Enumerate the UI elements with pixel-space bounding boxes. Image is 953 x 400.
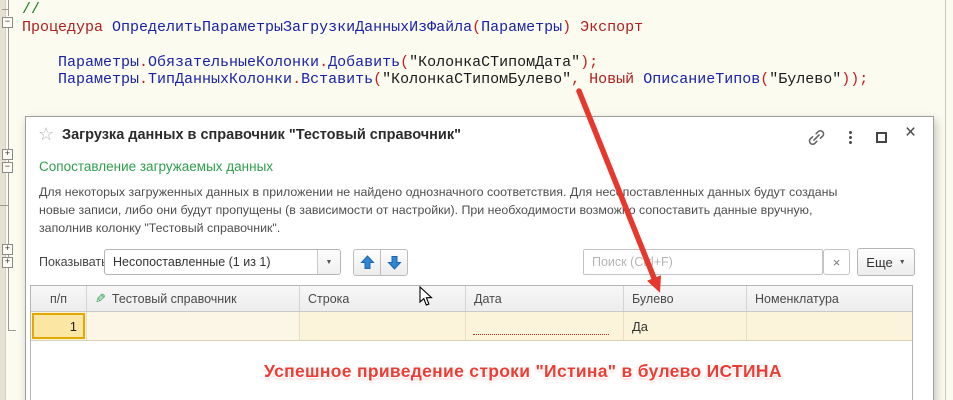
filter-value: Несопоставленные (1 из 1) (105, 255, 317, 269)
editor-gutter (0, 0, 6, 400)
section-title: Сопоставление загружаемых данных (39, 159, 273, 174)
pencil-icon: ✎ (95, 291, 106, 307)
column-header-nomenclature[interactable]: Номенклатура (747, 286, 912, 311)
load-data-dialog: ☆ Загрузка данных в справочник "Тестовый… (25, 116, 934, 400)
fold-expand-icon[interactable]: + (2, 257, 13, 268)
description-line: заполнив колонку "Тестовый справочник". (39, 219, 837, 237)
move-down-button[interactable] (380, 249, 408, 276)
chevron-down-icon: ▼ (899, 259, 906, 266)
code-line: Параметры.ТипДанныхКолонки.Вставить("Кол… (22, 71, 868, 89)
code-block[interactable]: //Процедура ОпределитьПараметрыЗагрузкиД… (22, 1, 868, 89)
screen: − + − + + //Процедура ОпределитьПараметр… (0, 0, 953, 400)
link-icon[interactable] (808, 129, 825, 151)
fold-expand-icon[interactable]: + (2, 149, 13, 160)
arrow-down-icon (387, 255, 402, 270)
cell-nomenclature[interactable] (747, 312, 912, 340)
chevron-down-icon[interactable]: ▼ (317, 250, 340, 274)
mapping-table: п/п ✎ Тестовый справочник Строка Дата Бу… (30, 285, 913, 400)
column-header-string[interactable]: Строка (300, 286, 466, 311)
more-button-label: Еще (866, 255, 892, 270)
column-header-boolean[interactable]: Булево (624, 286, 747, 311)
cell-date[interactable] (466, 312, 624, 340)
code-line: Процедура ОпределитьПараметрыЗагрузкиДан… (22, 19, 868, 37)
table-header: п/п ✎ Тестовый справочник Строка Дата Бу… (31, 286, 912, 312)
column-header-label: Тестовый справочник (112, 292, 237, 306)
fold-tick (0, 205, 8, 206)
arrow-up-icon (360, 255, 375, 270)
fold-collapse-icon[interactable]: − (2, 17, 13, 28)
show-filter-label: Показывать: (39, 249, 111, 275)
clear-search-button[interactable]: × (823, 249, 850, 275)
description-line: Для некоторых загруженных данных в прило… (39, 183, 837, 201)
favorite-star-icon[interactable]: ☆ (38, 124, 54, 145)
table-row[interactable]: 1 Да (31, 312, 912, 341)
empty-value-underline (473, 334, 609, 335)
cell-boolean[interactable]: Да (624, 312, 747, 340)
column-header-test-ref[interactable]: ✎ Тестовый справочник (87, 286, 300, 311)
row-navigation (353, 249, 408, 276)
search-input[interactable] (583, 249, 823, 275)
annotation-text: Успешное приведение строки "Истина" в бу… (264, 361, 782, 382)
fold-tick (2, 9, 8, 10)
dialog-description: Для некоторых загруженных данных в прило… (39, 183, 837, 237)
code-line: // (22, 1, 868, 19)
filter-combobox[interactable]: Несопоставленные (1 из 1) ▼ (104, 249, 341, 275)
move-up-button[interactable] (353, 249, 381, 276)
fold-collapse-icon[interactable]: − (2, 162, 13, 173)
fold-corner (8, 330, 16, 331)
maximize-icon[interactable] (876, 132, 887, 143)
editor-right-edge (945, 0, 946, 400)
selected-cell[interactable]: 1 (32, 313, 85, 339)
cell-test-ref[interactable] (87, 312, 300, 340)
more-menu-icon[interactable] (849, 131, 852, 144)
fold-line (8, 27, 9, 331)
close-icon[interactable]: × (905, 123, 916, 142)
cell-npp[interactable]: 1 (31, 312, 87, 340)
dialog-title: Загрузка данных в справочник "Тестовый с… (62, 127, 461, 143)
more-button[interactable]: Еще ▼ (857, 248, 915, 276)
code-line: Параметры.ОбязательныеКолонки.Добавить("… (22, 54, 868, 72)
fold-expand-icon[interactable]: + (2, 244, 13, 255)
description-line: новые записи, либо они будут пропущены (… (39, 201, 837, 219)
code-line (22, 36, 868, 54)
fold-line (8, 0, 9, 16)
column-header-npp[interactable]: п/п (31, 286, 87, 311)
cell-string[interactable] (300, 312, 466, 340)
column-header-date[interactable]: Дата (466, 286, 624, 311)
